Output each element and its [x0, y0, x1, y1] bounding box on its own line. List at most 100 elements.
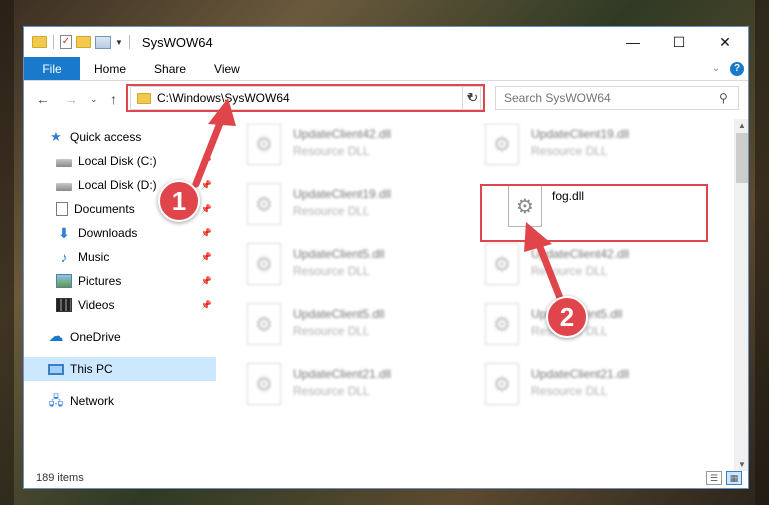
window-title: SysWOW64: [141, 34, 213, 50]
dll-gear-icon: ⚙: [247, 183, 281, 225]
sidebar-item-label: Videos: [78, 298, 115, 312]
folder-icon: [32, 36, 47, 48]
list-item[interactable]: ⚙ UpdateClient5.dll Resource DLL: [220, 243, 450, 295]
toolbar-divider: [128, 35, 130, 49]
minimize-button[interactable]: —: [610, 27, 656, 57]
dll-gear-icon: ⚙: [485, 123, 519, 165]
disk-icon: [56, 158, 72, 167]
music-icon: ♪: [60, 249, 68, 265]
properties-check-icon[interactable]: ✓: [60, 35, 72, 49]
file-type: Resource DLL: [293, 204, 370, 218]
search-input[interactable]: [495, 86, 739, 110]
step-1-badge: 1: [158, 180, 200, 222]
sidebar-item-local-disk-c[interactable]: Local Disk (C:) 📌: [24, 149, 216, 173]
dll-gear-icon: ⚙: [247, 123, 281, 165]
sidebar-item-label: Documents: [74, 202, 135, 216]
list-item[interactable]: ⚙ UpdateClient5.dll Resource DLL: [220, 303, 450, 355]
pin-icon: 📌: [200, 299, 212, 310]
documents-icon: [56, 202, 68, 216]
title-bar: ✓ ▼ SysWOW64 — ☐ ✕: [24, 27, 748, 57]
videos-icon: [56, 298, 72, 312]
file-name: UpdateClient21.dll: [293, 367, 392, 381]
tab-file[interactable]: File: [24, 57, 80, 80]
file-type: Resource DLL: [293, 324, 370, 338]
toolbar-divider: [53, 35, 54, 49]
dll-gear-icon: ⚙: [485, 363, 519, 405]
help-icon[interactable]: ?: [730, 61, 744, 76]
background-streak: [0, 0, 14, 505]
sidebar-item-label: Local Disk (C:): [78, 154, 157, 168]
back-arrow-icon[interactable]: ←: [36, 91, 50, 107]
dll-gear-icon: ⚙: [485, 243, 519, 285]
sidebar-item-this-pc[interactable]: This PC: [24, 357, 216, 381]
dll-gear-icon: ⚙: [247, 303, 281, 345]
list-item[interactable]: ⚙ UpdateClient42.dll Resource DLL: [220, 123, 450, 175]
scroll-up-icon[interactable]: ▲: [734, 121, 748, 130]
sidebar-item-quick-access[interactable]: ★ Quick access: [24, 125, 216, 149]
pin-icon: 📌: [200, 179, 212, 190]
background-streak: [755, 0, 769, 505]
tab-home[interactable]: Home: [80, 57, 140, 80]
list-item[interactable]: ⚙ UpdateClient21.dll Resource DLL: [458, 363, 688, 415]
expand-ribbon-chevron-icon[interactable]: ⌄: [712, 63, 720, 74]
this-pc-icon: [48, 363, 64, 375]
pin-icon: 📌: [200, 275, 212, 286]
view-toggle: ☰ ▦: [706, 471, 742, 485]
dll-gear-icon: ⚙: [247, 363, 281, 405]
sidebar-item-onedrive[interactable]: ☁ OneDrive: [24, 325, 216, 349]
recent-locations-chevron-icon[interactable]: ⌄: [90, 94, 98, 105]
item-count: 189 items: [36, 472, 84, 484]
sidebar-item-pictures[interactable]: Pictures 📌: [24, 269, 216, 293]
file-name: UpdateClient42.dll: [531, 247, 630, 261]
network-icon: 🖧: [48, 393, 64, 408]
file-type: Resource DLL: [531, 384, 608, 398]
sidebar-item-label: OneDrive: [70, 330, 121, 344]
pin-icon: 📌: [200, 251, 212, 262]
scrollbar-thumb[interactable]: [736, 133, 748, 183]
sidebar-item-label: This PC: [70, 362, 113, 376]
pictures-icon: [56, 274, 72, 288]
file-type: Resource DLL: [293, 384, 370, 398]
details-view-icon[interactable]: ☰: [706, 471, 722, 485]
close-button[interactable]: ✕: [702, 27, 748, 57]
maximize-button[interactable]: ☐: [656, 27, 702, 57]
file-type: Resource DLL: [531, 264, 608, 278]
sidebar-item-videos[interactable]: Videos 📌: [24, 293, 216, 317]
up-arrow-icon[interactable]: ↑: [110, 91, 117, 107]
explorer-window: ✓ ▼ SysWOW64 — ☐ ✕ File Home Share View …: [23, 26, 749, 489]
file-name: UpdateClient19.dll: [293, 187, 392, 201]
tab-share[interactable]: Share: [140, 57, 200, 80]
window-controls: — ☐ ✕: [610, 27, 748, 57]
onedrive-icon: ☁: [48, 328, 64, 345]
list-item[interactable]: ⚙ UpdateClient21.dll Resource DLL: [220, 363, 450, 415]
step-2-badge: 2: [546, 296, 588, 338]
sidebar-item-music[interactable]: ♪ Music 📌: [24, 245, 216, 269]
sidebar-item-network[interactable]: 🖧 Network: [24, 389, 216, 413]
tiles-view-icon[interactable]: ▦: [726, 471, 742, 485]
list-item[interactable]: ⚙ UpdateClient19.dll Resource DLL: [220, 183, 450, 235]
pin-icon: 📌: [200, 227, 212, 238]
list-item[interactable]: ⚙ UpdateClient19.dll Resource DLL: [458, 123, 688, 175]
customize-toolbar-dropdown-icon[interactable]: ▼: [115, 38, 123, 47]
new-folder-icon[interactable]: [76, 36, 91, 48]
vertical-scrollbar[interactable]: ▲ ▼: [734, 119, 748, 471]
view-options-icon[interactable]: [95, 35, 111, 49]
file-type: Resource DLL: [293, 144, 370, 158]
sidebar-item-label: Quick access: [70, 130, 142, 144]
address-highlight-box: [126, 84, 485, 112]
sidebar-item-label: Pictures: [78, 274, 122, 288]
file-list: ⚙ UpdateClient42.dll Resource DLL ⚙ Upda…: [220, 123, 732, 471]
file-type: Resource DLL: [531, 144, 608, 158]
file-name: UpdateClient5.dll: [293, 247, 385, 261]
navigation-pane: ★ Quick access Local Disk (C:) 📌 Local D…: [24, 125, 216, 435]
sidebar-item-downloads[interactable]: ⬇ Downloads 📌: [24, 221, 216, 245]
file-name: UpdateClient19.dll: [531, 127, 630, 141]
list-item[interactable]: ⚙ UpdateClient42.dll Resource DLL: [458, 243, 688, 295]
tab-view[interactable]: View: [200, 57, 254, 80]
dll-gear-icon: ⚙: [247, 243, 281, 285]
dll-gear-icon: ⚙: [485, 303, 519, 345]
pin-icon: 📌: [200, 155, 212, 166]
downloads-icon: ⬇: [58, 225, 70, 241]
forward-arrow-icon[interactable]: →: [64, 91, 78, 107]
file-name: UpdateClient5.dll: [293, 307, 385, 321]
